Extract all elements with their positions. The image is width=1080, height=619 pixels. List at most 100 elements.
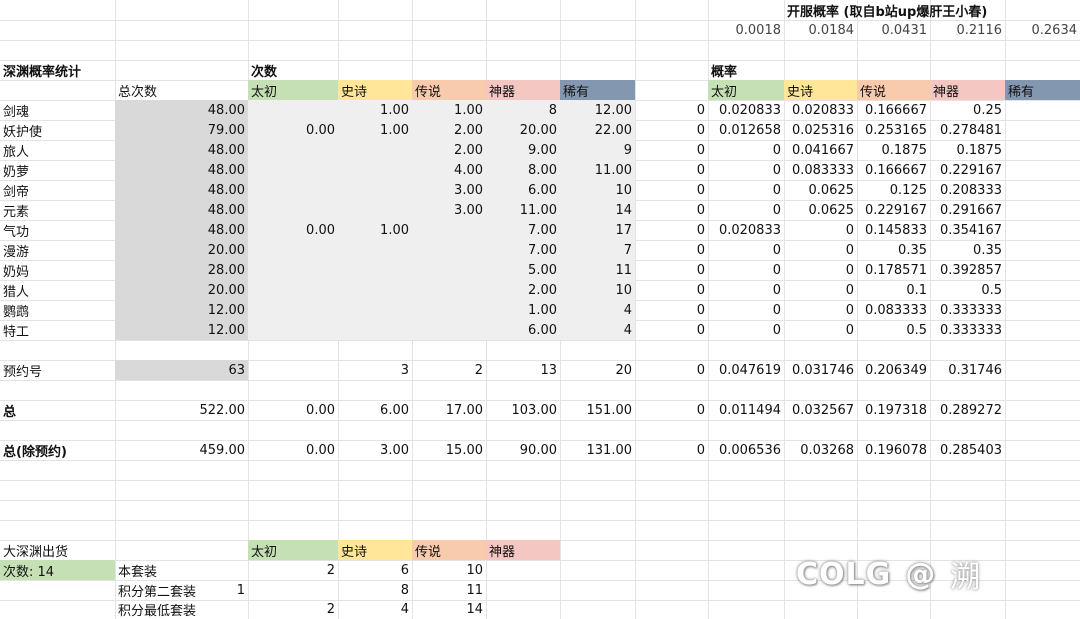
row-count[interactable]: 1.00 (338, 100, 412, 120)
open-rate-value[interactable]: 0.0018 (708, 20, 784, 40)
row-probability[interactable]: 0 (784, 220, 857, 240)
row-count[interactable] (338, 200, 412, 220)
row-count[interactable]: 13 (486, 360, 560, 380)
row-probability[interactable]: 0 (635, 140, 708, 160)
row-count[interactable] (248, 100, 338, 120)
row-count[interactable]: 11 (560, 260, 635, 280)
row-probability[interactable]: 0 (708, 140, 784, 160)
row-probability[interactable]: 0 (635, 120, 708, 140)
row-probability[interactable]: 0.166667 (857, 160, 930, 180)
row-probability[interactable]: 0.125 (857, 180, 930, 200)
row-probability[interactable]: 0 (635, 180, 708, 200)
row-count[interactable]: 4 (560, 320, 635, 340)
row-count[interactable] (338, 160, 412, 180)
open-rate-value[interactable]: 0.0184 (784, 20, 857, 40)
row-probability[interactable]: 0.35 (857, 240, 930, 260)
row-count[interactable]: 1.00 (412, 100, 486, 120)
row-label[interactable]: 预约号 (0, 360, 115, 380)
row-probability[interactable]: 0 (708, 300, 784, 320)
row-probability[interactable]: 0 (635, 360, 708, 380)
big-abyss-title[interactable]: 大深渊出货 (0, 540, 115, 560)
row-total[interactable]: 48.00 (115, 180, 248, 200)
open-rate-title[interactable]: 开服概率 (取自b站up爆肝王小春) (784, 0, 1080, 20)
row-probability[interactable]: 0.0625 (784, 180, 857, 200)
row-probability[interactable]: 0 (708, 200, 784, 220)
row-count[interactable]: 103.00 (486, 400, 560, 420)
row-count[interactable]: 20 (560, 360, 635, 380)
row-probability[interactable]: 0 (635, 320, 708, 340)
row-probability[interactable]: 0.025316 (784, 120, 857, 140)
row-total[interactable]: 48.00 (115, 140, 248, 160)
row-probability[interactable]: 0.020833 (708, 100, 784, 120)
row-probability[interactable]: 0.166667 (857, 100, 930, 120)
row-count[interactable] (338, 180, 412, 200)
row-probability[interactable]: 0 (784, 240, 857, 260)
row-probability[interactable]: 0 (784, 320, 857, 340)
count-title[interactable]: 次数 (248, 60, 338, 80)
big-abyss-value[interactable]: 1 (115, 580, 248, 600)
row-probability[interactable]: 0.011494 (708, 400, 784, 420)
row-count[interactable] (338, 140, 412, 160)
row-probability[interactable]: 0.03268 (784, 440, 857, 460)
row-count[interactable]: 11.00 (486, 200, 560, 220)
row-probability[interactable]: 0 (784, 300, 857, 320)
row-count[interactable]: 12.00 (560, 100, 635, 120)
row-count[interactable]: 2.00 (486, 280, 560, 300)
row-count[interactable] (248, 180, 338, 200)
row-count[interactable] (412, 300, 486, 320)
row-count[interactable] (412, 220, 486, 240)
row-label[interactable]: 剑魂 (0, 100, 115, 120)
row-count[interactable]: 0.00 (248, 220, 338, 240)
row-count[interactable]: 3 (338, 360, 412, 380)
row-count[interactable]: 1.00 (486, 300, 560, 320)
row-probability[interactable]: 0.354167 (930, 220, 1005, 240)
row-count[interactable]: 6.00 (486, 180, 560, 200)
row-count[interactable]: 10 (560, 280, 635, 300)
big-abyss-grade-header[interactable]: 史诗 (338, 540, 412, 560)
row-total[interactable]: 48.00 (115, 160, 248, 180)
row-count[interactable]: 3.00 (412, 180, 486, 200)
row-count[interactable]: 3.00 (412, 200, 486, 220)
big-abyss-value[interactable]: 11 (412, 580, 486, 600)
big-abyss-value[interactable]: 8 (338, 580, 412, 600)
row-probability[interactable]: 0 (635, 200, 708, 220)
row-count[interactable]: 2.00 (412, 120, 486, 140)
row-count[interactable] (248, 320, 338, 340)
row-count[interactable] (338, 280, 412, 300)
row-count[interactable] (412, 240, 486, 260)
count-grade-header[interactable]: 稀有 (560, 80, 635, 100)
total-count-header[interactable]: 总次数 (115, 80, 248, 100)
row-total[interactable]: 48.00 (115, 200, 248, 220)
row-total[interactable]: 28.00 (115, 260, 248, 280)
big-abyss-value[interactable]: 2 (248, 560, 338, 580)
row-count[interactable]: 9.00 (486, 140, 560, 160)
row-probability[interactable]: 0.1875 (857, 140, 930, 160)
row-probability[interactable]: 0 (635, 100, 708, 120)
row-label[interactable]: 鹦鹉 (0, 300, 115, 320)
row-count[interactable]: 17 (560, 220, 635, 240)
big-abyss-value[interactable] (115, 560, 248, 580)
row-probability[interactable]: 0 (635, 220, 708, 240)
row-count[interactable] (248, 200, 338, 220)
row-probability[interactable]: 0.041667 (784, 140, 857, 160)
row-count[interactable] (248, 140, 338, 160)
row-count[interactable]: 1.00 (338, 220, 412, 240)
row-probability[interactable]: 0 (635, 260, 708, 280)
row-count[interactable]: 20.00 (486, 120, 560, 140)
row-count[interactable] (338, 260, 412, 280)
row-count[interactable]: 10 (560, 180, 635, 200)
row-count[interactable] (248, 280, 338, 300)
row-probability[interactable]: 0.278481 (930, 120, 1005, 140)
row-count[interactable]: 22.00 (560, 120, 635, 140)
big-abyss-value[interactable] (248, 580, 338, 600)
count-grade-header[interactable]: 太初 (248, 80, 338, 100)
row-count[interactable]: 6.00 (338, 400, 412, 420)
row-count[interactable] (338, 300, 412, 320)
open-rate-value[interactable]: 0.2116 (930, 20, 1005, 40)
row-total[interactable]: 20.00 (115, 280, 248, 300)
row-probability[interactable]: 0.145833 (857, 220, 930, 240)
row-label[interactable]: 特工 (0, 320, 115, 340)
row-label[interactable]: 猎人 (0, 280, 115, 300)
row-probability[interactable]: 0.31746 (930, 360, 1005, 380)
open-rate-value[interactable]: 0.2634 (1005, 20, 1080, 40)
